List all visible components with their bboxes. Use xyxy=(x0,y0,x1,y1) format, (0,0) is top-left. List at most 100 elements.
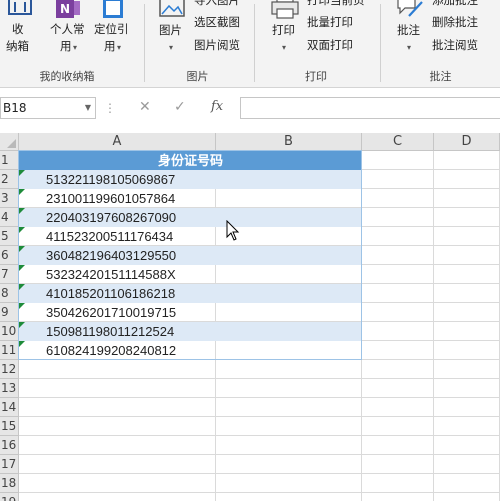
picture-browse-button[interactable]: 图片阅览 xyxy=(194,38,240,53)
id-number-cell[interactable]: 410185201106186218 xyxy=(46,284,216,303)
text-number-indicator-icon xyxy=(19,246,25,252)
locate-icon xyxy=(103,0,123,18)
row-header[interactable]: 8 xyxy=(0,284,19,303)
locate-reference-button[interactable]: 定位引 用 ▾ xyxy=(92,0,134,70)
picture-button[interactable]: 图片 ▾ xyxy=(153,0,189,70)
gridline-horizontal xyxy=(19,435,500,436)
row-header[interactable]: 6 xyxy=(0,246,19,265)
row-header[interactable]: 13 xyxy=(0,379,19,398)
spreadsheet-grid[interactable]: ABCD12345678910111213141516171819身份证号码51… xyxy=(0,133,500,501)
group-label-storage: 我的收纳箱 xyxy=(39,70,95,83)
storage-box-icon xyxy=(8,0,32,15)
row-header[interactable]: 10 xyxy=(0,322,19,341)
region-screenshot-button[interactable]: 选区截图 xyxy=(194,15,240,30)
id-number-cell[interactable]: 513221198105069867 xyxy=(46,170,216,189)
column-header[interactable]: D xyxy=(434,133,500,151)
column-header[interactable]: C xyxy=(362,133,434,151)
formula-input[interactable] xyxy=(240,97,500,119)
text-number-indicator-icon xyxy=(19,303,25,309)
print-current-page-button[interactable]: 打印当前页 xyxy=(307,0,365,8)
row-header[interactable]: 4 xyxy=(0,208,19,227)
column-header[interactable]: A xyxy=(19,133,216,151)
id-number-cell[interactable]: 610824199208240812 xyxy=(46,341,216,360)
group-comment: 批注 ▾ 添加批注 删除批注 批注阅览 批注 xyxy=(381,0,500,87)
gridline-horizontal xyxy=(19,397,500,398)
picture-icon xyxy=(159,0,185,17)
ribbon: 收 纳箱 N 个人常 用 ▾ 定位引 用 ▾ 我的收纳箱 图片 ▾ 导入图片 选… xyxy=(0,0,500,88)
id-number-cell[interactable]: 411523200511176434 xyxy=(46,227,216,246)
gridline-horizontal xyxy=(19,492,500,493)
id-number-cell[interactable]: 231001199601057864 xyxy=(46,189,216,208)
delete-comment-button[interactable]: 删除批注 xyxy=(432,15,478,30)
storage-box-button[interactable]: 收 纳箱 xyxy=(2,0,36,70)
formula-bar-resize-handle[interactable]: ⋮ xyxy=(104,101,117,115)
column-header[interactable]: B xyxy=(216,133,362,151)
row-header[interactable]: 1 xyxy=(0,151,19,170)
text-number-indicator-icon xyxy=(19,284,25,290)
select-all-triangle-icon xyxy=(7,139,16,148)
table-header-cell[interactable]: 身份证号码 xyxy=(19,151,362,170)
gridline-horizontal xyxy=(19,473,500,474)
id-number-cell[interactable]: 150981198011212524 xyxy=(46,322,216,341)
select-all-corner[interactable] xyxy=(0,133,19,151)
id-number-cell[interactable]: 220403197608267090 xyxy=(46,208,216,227)
chevron-down-icon: ▾ xyxy=(169,43,174,52)
group-label-picture: 图片 xyxy=(186,70,209,83)
cancel-entry-icon[interactable]: ✕ xyxy=(139,99,151,115)
text-number-indicator-icon xyxy=(19,341,25,347)
group-label-comment: 批注 xyxy=(429,70,452,83)
text-number-indicator-icon xyxy=(19,208,25,214)
row-header[interactable]: 11 xyxy=(0,341,19,360)
personal-favorites-button[interactable]: N 个人常 用 ▾ xyxy=(48,0,92,70)
group-my-storage: 收 纳箱 N 个人常 用 ▾ 定位引 用 ▾ 我的收纳箱 xyxy=(0,0,134,87)
comment-pen-icon xyxy=(397,0,423,17)
row-header[interactable]: 15 xyxy=(0,417,19,436)
gridline-horizontal xyxy=(19,416,500,417)
chevron-down-icon: ▾ xyxy=(282,43,287,52)
insert-function-icon[interactable]: fx xyxy=(211,99,223,114)
row-header[interactable]: 5 xyxy=(0,227,19,246)
id-number-cell[interactable]: 350426201710019715 xyxy=(46,303,216,322)
text-number-indicator-icon xyxy=(19,227,25,233)
row-header[interactable]: 12 xyxy=(0,360,19,379)
chevron-down-icon[interactable]: ▼ xyxy=(85,98,91,118)
chevron-down-icon: ▾ xyxy=(73,43,78,52)
gridline-horizontal xyxy=(19,378,500,379)
chevron-down-icon: ▾ xyxy=(117,43,122,52)
row-header[interactable]: 16 xyxy=(0,436,19,455)
add-comment-button[interactable]: 添加批注 xyxy=(432,0,478,8)
text-number-indicator-icon xyxy=(19,265,25,271)
name-box[interactable]: B18 ▼ xyxy=(0,97,96,119)
import-picture-button[interactable]: 导入图片 xyxy=(194,0,240,8)
row-header[interactable]: 3 xyxy=(0,189,19,208)
text-number-indicator-icon xyxy=(19,170,25,176)
row-header[interactable]: 7 xyxy=(0,265,19,284)
row-header[interactable]: 19 xyxy=(0,493,19,501)
gridline-horizontal xyxy=(19,454,500,455)
gridline-vertical xyxy=(433,151,434,501)
formula-bar: B18 ▼ ⋮ ✕ ✓ fx xyxy=(0,93,500,125)
duplex-print-button[interactable]: 双面打印 xyxy=(307,38,353,53)
onenote-icon: N xyxy=(56,0,80,18)
row-header[interactable]: 9 xyxy=(0,303,19,322)
print-button[interactable]: 打印 ▾ xyxy=(265,0,303,70)
svg-text:N: N xyxy=(60,2,70,16)
row-header[interactable]: 2 xyxy=(0,170,19,189)
mouse-pointer-icon xyxy=(226,220,240,241)
group-label-print: 打印 xyxy=(305,70,327,83)
row-header[interactable]: 14 xyxy=(0,398,19,417)
group-picture: 图片 ▾ 导入图片 选区截图 图片阅览 图片 xyxy=(145,0,250,87)
chevron-down-icon: ▾ xyxy=(407,43,412,52)
comment-button[interactable]: 批注 ▾ xyxy=(389,0,429,70)
printer-icon xyxy=(271,0,299,19)
id-number-cell[interactable]: 360482196403129550 xyxy=(46,246,216,265)
text-number-indicator-icon xyxy=(19,189,25,195)
name-box-value: B18 xyxy=(3,101,27,115)
row-header[interactable]: 18 xyxy=(0,474,19,493)
id-number-cell[interactable]: 53232420151114588X xyxy=(46,265,216,284)
comment-browse-button[interactable]: 批注阅览 xyxy=(432,38,478,53)
row-header[interactable]: 17 xyxy=(0,455,19,474)
confirm-entry-icon[interactable]: ✓ xyxy=(174,99,186,115)
batch-print-button[interactable]: 批量打印 xyxy=(307,15,353,30)
group-print: 打印 ▾ 打印当前页 批量打印 双面打印 打印 xyxy=(255,0,377,87)
